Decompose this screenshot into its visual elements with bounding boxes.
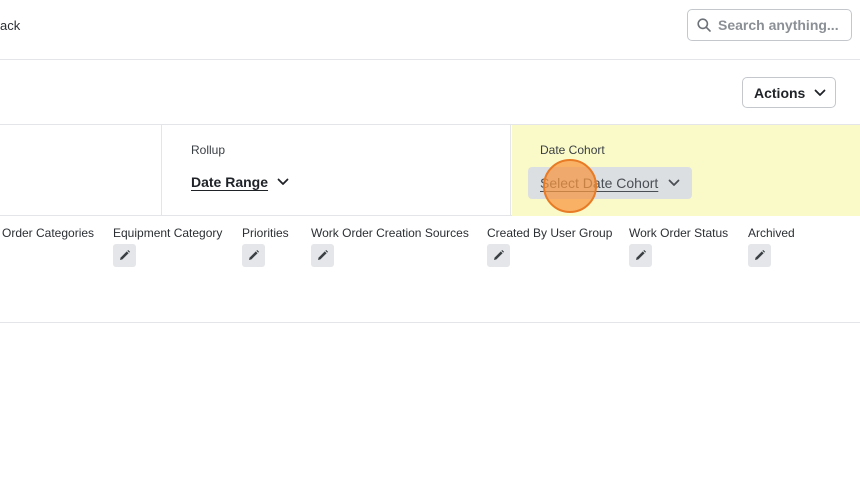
column-archived: Archived: [748, 226, 795, 267]
column-label: Equipment Category: [113, 226, 223, 240]
date-cohort-dropdown[interactable]: Select Date Cohort: [528, 167, 693, 199]
column-priorities: Priorities: [242, 226, 289, 267]
search-input[interactable]: [718, 17, 843, 33]
rollup-value: Date Range: [191, 174, 269, 190]
top-bar: ack: [0, 0, 860, 60]
column-label: Order Categories: [2, 226, 95, 240]
column-label: Created By User Group: [487, 226, 613, 240]
column-label: Priorities: [242, 226, 289, 240]
actions-button-label: Actions: [754, 84, 806, 101]
date-cohort-value: Select Date Cohort: [540, 175, 659, 191]
back-link[interactable]: ack: [0, 18, 20, 33]
rollup-dropdown[interactable]: Date Range: [191, 174, 289, 190]
pencil-icon: [636, 250, 646, 260]
chevron-down-icon: [277, 178, 289, 185]
column-work-order-creation-sources: Work Order Creation Sources: [311, 226, 469, 267]
pencil-icon: [755, 250, 765, 260]
date-cohort-label: Date Cohort: [540, 143, 605, 157]
column-order-categories: Order Categories: [2, 226, 94, 240]
column-created-by-user-group: Created By User Group: [487, 226, 612, 267]
column-work-order-status: Work Order Status: [629, 226, 728, 267]
rollup-label: Rollup: [191, 143, 226, 157]
edit-button[interactable]: [629, 244, 652, 267]
edit-button[interactable]: [113, 244, 136, 267]
search-box[interactable]: [687, 9, 852, 41]
column-label: Work Order Status: [629, 226, 729, 240]
search-icon: [697, 18, 711, 32]
pencil-icon: [318, 250, 328, 260]
edit-button[interactable]: [748, 244, 771, 267]
column-label: Work Order Creation Sources: [311, 226, 469, 240]
filter-cell-empty: [0, 125, 162, 216]
pencil-icon: [494, 250, 504, 260]
column-equipment-category: Equipment Category: [113, 226, 222, 267]
date-cohort-filter: Date Cohort Select Date Cohort: [512, 125, 860, 216]
chevron-down-icon: [814, 89, 826, 96]
rollup-filter: Rollup Date Range: [163, 125, 511, 216]
filter-bar: Rollup Date Range Date Cohort Select Dat…: [0, 124, 860, 216]
column-filters-row: Order Categories Equipment Category Prio…: [0, 216, 860, 323]
pencil-icon: [120, 250, 130, 260]
actions-button[interactable]: Actions: [742, 77, 836, 108]
edit-button[interactable]: [487, 244, 510, 267]
pencil-icon: [249, 250, 259, 260]
column-label: Archived: [748, 226, 795, 240]
edit-button[interactable]: [311, 244, 334, 267]
edit-button[interactable]: [242, 244, 265, 267]
chevron-down-icon: [668, 179, 680, 186]
